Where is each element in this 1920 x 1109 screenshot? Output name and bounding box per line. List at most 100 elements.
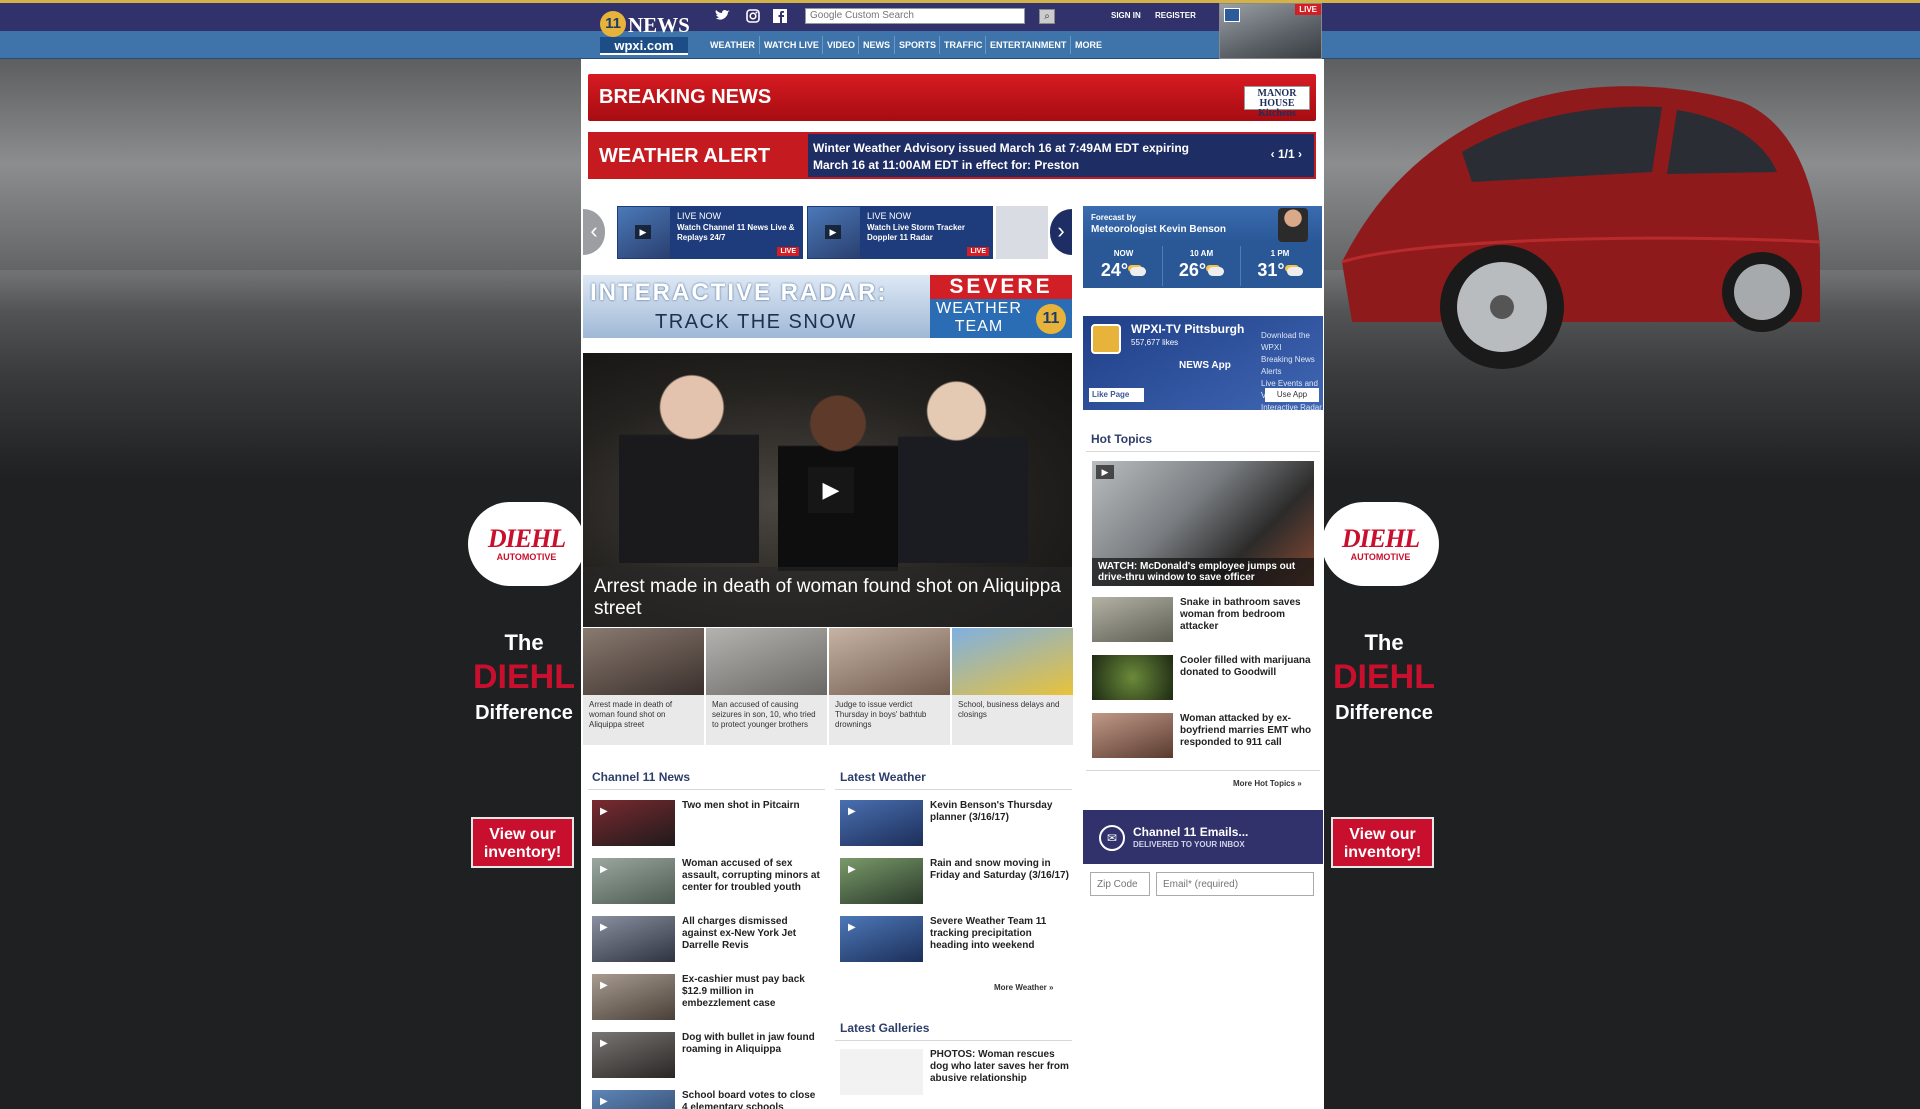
live-badge: LIVE [1295, 4, 1321, 15]
weather-alert-label: WEATHER ALERT [599, 145, 771, 167]
news-list-item[interactable]: ▶ Ex-cashier must pay back $12.9 million… [592, 974, 832, 1022]
view-inventory-button-left[interactable]: View our inventory! [471, 817, 574, 868]
instagram-icon[interactable] [745, 8, 761, 24]
more-hot-topics-link[interactable]: More Hot Topics » [1233, 779, 1302, 788]
email-input[interactable] [1156, 872, 1314, 896]
sponsor-logo[interactable]: MANOR HOUSE Kitchens [1244, 86, 1310, 119]
weather-alert-banner[interactable]: WEATHER ALERT Winter Weather Advisory is… [588, 132, 1316, 179]
search-input[interactable]: Google Custom Search [805, 8, 1025, 24]
facebook-widget[interactable]: WPXI-TV Pittsburgh 557,677 likes Downloa… [1083, 316, 1323, 412]
use-app-button[interactable]: Use App [1265, 388, 1319, 402]
channel-11-news-heading[interactable]: Channel 11 News [592, 770, 690, 784]
news-list-item[interactable]: ▶ School board votes to close 4 elementa… [592, 1090, 832, 1109]
thumb-image [583, 628, 704, 695]
newsletter-subtitle: DELIVERED TO YOUR INBOX [1133, 840, 1245, 849]
section-divider [835, 1040, 1072, 1041]
register-link[interactable]: REGISTER [1155, 11, 1196, 20]
view-inventory-button-right[interactable]: View our inventory! [1331, 817, 1434, 868]
play-icon: ▶ [600, 1096, 608, 1107]
facebook-page-title[interactable]: WPXI-TV Pittsburgh [1131, 322, 1244, 336]
play-icon: ▶ [600, 922, 608, 933]
partly-cloudy-icon [1130, 266, 1147, 276]
chevron-right-icon[interactable]: › [1298, 147, 1302, 161]
zip-code-input[interactable] [1090, 872, 1150, 896]
nav-traffic[interactable]: TRAFFIC [944, 40, 983, 50]
weather-team-label: WEATHER TEAM [936, 300, 1022, 335]
sign-in-link[interactable]: SIGN IN [1111, 11, 1141, 20]
news-app-label: NEWS App [1179, 360, 1231, 371]
forecast-period: 1 PM 31° [1241, 246, 1319, 286]
live-video-thumbnail[interactable]: LIVE [1219, 3, 1322, 59]
latest-weather-heading[interactable]: Latest Weather [840, 770, 926, 784]
nav-sports[interactable]: SPORTS [899, 40, 936, 50]
nav-divider [858, 36, 859, 54]
news-list-item[interactable]: ▶ All charges dismissed against ex-New Y… [592, 916, 832, 964]
gallery-thumb [840, 1049, 923, 1095]
site-logo[interactable]: 11 NEWS wpxi.com [598, 7, 690, 55]
forecast-widget[interactable]: Forecast by Meteorologist Kevin Benson N… [1083, 206, 1322, 288]
ad-diehl-right: DIEHL [1333, 658, 1435, 696]
hot-topics-feature[interactable]: ▶ WATCH: McDonald's employee jumps out d… [1092, 461, 1314, 586]
nav-entertainment[interactable]: ENTERTAINMENT [990, 40, 1066, 50]
news-title: Kevin Benson's Thursday planner (3/16/17… [930, 800, 1053, 823]
hot-topic-thumb [1092, 713, 1173, 758]
chevron-left-icon[interactable]: ‹ [1271, 147, 1275, 161]
gallery-list-item[interactable]: PHOTOS: Woman rescues dog who later save… [840, 1049, 1075, 1097]
diehl-ad-logo-right[interactable]: DIEHL AUTOMOTIVE [1322, 502, 1439, 586]
radar-subline: TRACK THE SNOW [655, 311, 857, 333]
weather-alert-text[interactable]: Winter Weather Advisory issued March 16 … [813, 140, 1213, 174]
interactive-radar-banner[interactable]: INTERACTIVE RADAR: TRACK THE SNOW SEVERE… [583, 275, 1072, 338]
live-card[interactable]: ▶ LIVE NOW Watch Channel 11 News Live & … [617, 206, 803, 259]
video-thumb[interactable]: Arrest made in death of woman found shot… [583, 628, 704, 745]
nav-divider [894, 36, 895, 54]
hot-topics-heading[interactable]: Hot Topics [1091, 432, 1152, 446]
hot-topic-thumb [1092, 655, 1173, 700]
play-icon: ▶ [600, 1038, 608, 1049]
forecast-time: 1 PM [1270, 249, 1290, 258]
weather-list-item[interactable]: ▶ Kevin Benson's Thursday planner (3/16/… [840, 800, 1075, 848]
nav-weather[interactable]: WEATHER [710, 40, 755, 50]
breaking-news-banner[interactable]: BREAKING NEWS MANOR HOUSE Kitchens [588, 74, 1316, 121]
nav-divider [822, 36, 823, 54]
weather-alert-pager[interactable]: ‹ 1/1 › [1271, 147, 1302, 161]
nav-news[interactable]: NEWS [863, 40, 890, 50]
like-page-button[interactable]: Like Page [1089, 388, 1144, 402]
severe-weather-team-logo: SEVERE WEATHER TEAM 11 [930, 275, 1072, 338]
hot-topic-thumb [1092, 597, 1173, 642]
nav-watch-live[interactable]: WATCH LIVE [764, 40, 819, 50]
car-advertisement-image[interactable] [1322, 62, 1822, 422]
thumb-image [706, 628, 827, 695]
video-thumb[interactable]: Judge to issue verdict Thursday in boys'… [829, 628, 950, 745]
hot-topic-item[interactable]: Snake in bathroom saves woman from bedro… [1092, 597, 1322, 643]
play-icon[interactable]: ▶ [808, 467, 854, 513]
news-list-item[interactable]: ▶ Woman accused of sex assault, corrupti… [592, 858, 832, 906]
news-list-item[interactable]: ▶ Dog with bullet in jaw found roaming i… [592, 1032, 832, 1080]
facebook-icon[interactable] [772, 8, 788, 24]
hero-video[interactable]: ▶ Arrest made in death of woman found sh… [583, 353, 1072, 627]
latest-galleries-heading[interactable]: Latest Galleries [840, 1021, 929, 1035]
nav-more[interactable]: MORE [1075, 40, 1102, 50]
more-weather-link[interactable]: More Weather » [994, 983, 1053, 992]
live-badge: LIVE [967, 247, 989, 256]
video-thumb[interactable]: School, business delays and closings [952, 628, 1073, 745]
live-card-partial[interactable] [996, 206, 1048, 259]
diehl-ad-logo-left[interactable]: DIEHL AUTOMOTIVE [468, 502, 585, 586]
thumb-title: Man accused of causing seizures in son, … [712, 700, 816, 729]
diehl-brand: DIEHL [487, 524, 566, 553]
search-icon[interactable]: ⌕ [1039, 9, 1055, 24]
live-card[interactable]: ▶ LIVE NOW Watch Live Storm Tracker Dopp… [807, 206, 993, 259]
hero-caption[interactable]: Arrest made in death of woman found shot… [583, 567, 1072, 627]
hot-topic-title: Woman attacked by ex-boyfriend marries E… [1180, 713, 1312, 748]
hot-topic-item[interactable]: Cooler filled with marijuana donated to … [1092, 655, 1322, 701]
weather-list-item[interactable]: ▶ Rain and snow moving in Friday and Sat… [840, 858, 1075, 906]
partly-cloudy-icon [1208, 266, 1225, 276]
section-divider [835, 789, 1072, 790]
news-list-item[interactable]: ▶ Two men shot in Pitcairn [592, 800, 832, 848]
hot-topic-item[interactable]: Woman attacked by ex-boyfriend marries E… [1092, 713, 1322, 759]
play-icon: ▶ [635, 225, 651, 239]
video-thumb[interactable]: Man accused of causing seizures in son, … [706, 628, 827, 745]
weather-list-item[interactable]: ▶ Severe Weather Team 11 tracking precip… [840, 916, 1075, 964]
newsletter-signup: ✉ Channel 11 Emails... DELIVERED TO YOUR… [1083, 810, 1323, 864]
twitter-icon[interactable] [715, 8, 731, 24]
nav-video[interactable]: VIDEO [827, 40, 855, 50]
